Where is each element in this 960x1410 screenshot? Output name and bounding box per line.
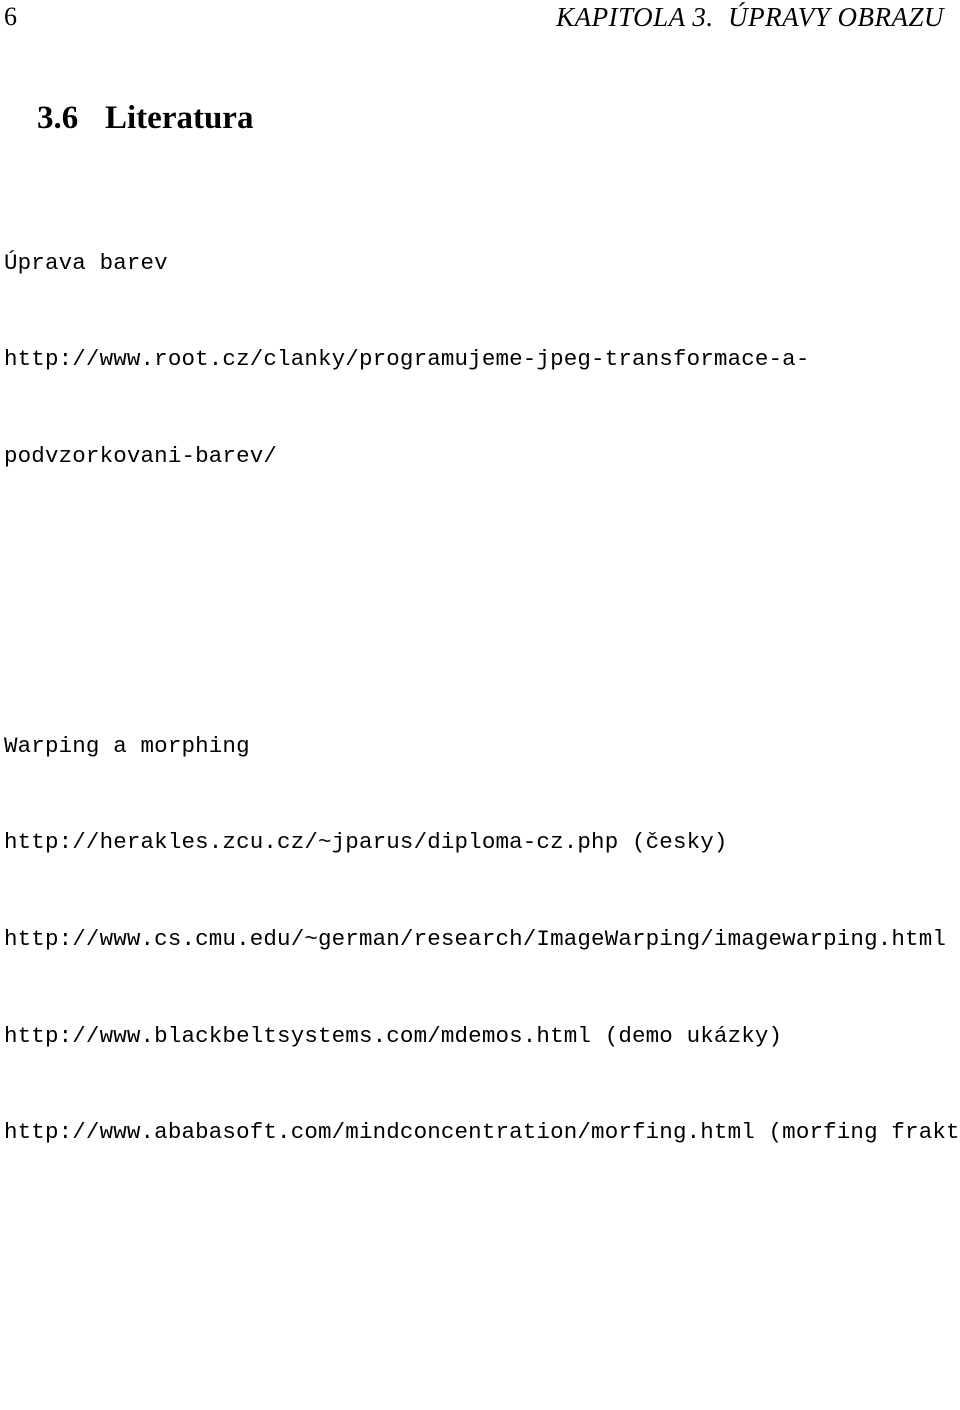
reference-group: Úprava barev http://www.root.cz/clanky/p… (4, 182, 956, 536)
running-head: 6 KAPITOLA 3. ÚPRAVY OBRAZU (0, 0, 960, 44)
document-page: 6 KAPITOLA 3. ÚPRAVY OBRAZU 3.6 Literatur… (0, 0, 960, 1410)
reference-url: http://www.ababasoft.com/mindconcentrati… (4, 1119, 960, 1146)
chapter-running-title: KAPITOLA 3. ÚPRAVY OBRAZU (556, 2, 944, 32)
reference-url: http://www.cs.cmu.edu/~german/research/I… (4, 925, 947, 952)
reference-url: http://herakles.zcu.cz/~jparus/diploma-c… (4, 829, 728, 856)
reference-group-caption: Práce s obrázky s HDR (4, 1406, 956, 1410)
reference-group-caption: Úprava barev (4, 249, 168, 276)
reference-group: Warping a morphing http://herakles.zcu.c… (4, 665, 960, 1212)
reference-url: http://www.blackbeltsystems.com/mdemos.h… (4, 1022, 783, 1049)
reference-group: Práce s obrázky s HDR http://www.cambrid… (4, 1342, 956, 1410)
page-number: 6 (4, 2, 17, 31)
reference-url: podvzorkovani-barev/ (4, 443, 278, 469)
reference-group-caption: Warping a morphing (4, 732, 250, 759)
reference-url: http://www.root.cz/clanky/programujeme-j… (4, 346, 810, 373)
bibliography-body: Úprava barev http://www.root.cz/clanky/p… (4, 118, 960, 1410)
